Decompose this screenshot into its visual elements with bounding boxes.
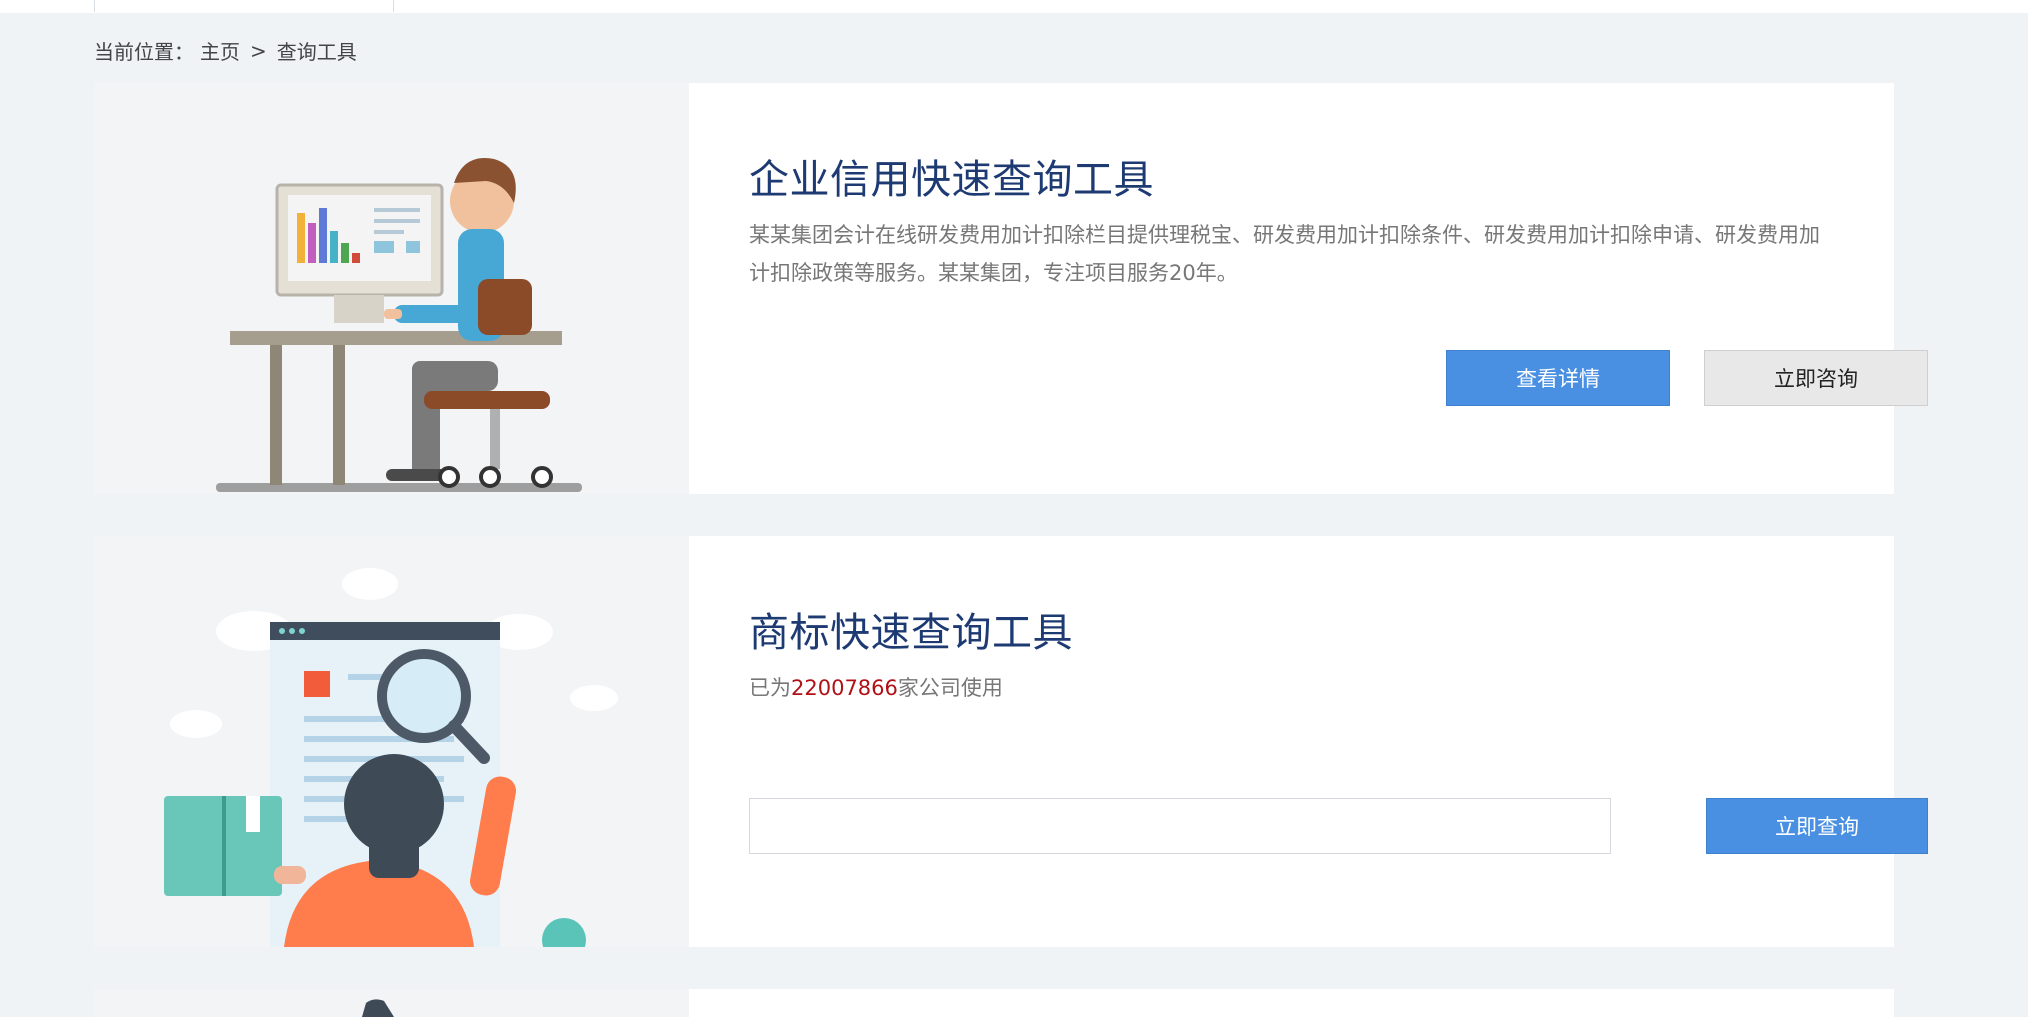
consult-now-button[interactable]: 立即咨询 [1704, 350, 1928, 406]
trademark-search-input[interactable] [749, 798, 1611, 854]
breadcrumb-home-link[interactable]: 主页 [200, 36, 240, 65]
usage-count-text: 已为22007866家公司使用 [749, 669, 1839, 707]
next-tool-illustration [94, 989, 689, 1017]
trademark-search-illustration [94, 536, 689, 947]
usage-suffix: 家公司使用 [897, 676, 1003, 700]
enterprise-credit-card: 企业信用快速查询工具 某某集团会计在线研发费用加计扣除栏目提供理税宝、研发费用加… [94, 83, 1928, 494]
card-title: 商标快速查询工具 [749, 610, 1073, 656]
breadcrumb-separator: > [250, 38, 267, 63]
breadcrumb-current: 查询工具 [276, 40, 357, 64]
breadcrumb-label: 当前位置： [94, 40, 194, 64]
usage-prefix: 已为 [749, 676, 791, 700]
card-body: 企业信用快速查询工具 某某集团会计在线研发费用加计扣除栏目提供理税宝、研发费用加… [689, 83, 1928, 494]
view-details-button[interactable]: 查看详情 [1446, 350, 1670, 406]
card-body: 商标快速查询工具 已为22007866家公司使用 立即查询 [689, 536, 1928, 947]
top-navigation-bar [0, 0, 2028, 13]
card-title: 企业信用快速查询工具 [749, 157, 1154, 203]
usage-count: 22007866 [791, 676, 898, 700]
query-now-button[interactable]: 立即查询 [1706, 798, 1928, 854]
next-tool-card [94, 989, 1894, 1017]
nav-tab[interactable] [94, 0, 394, 12]
trademark-query-card: 商标快速查询工具 已为22007866家公司使用 立即查询 [94, 536, 1928, 947]
office-worker-illustration [94, 83, 689, 494]
card-description: 某某集团会计在线研发费用加计扣除栏目提供理税宝、研发费用加计扣除条件、研发费用加… [749, 223, 1820, 285]
breadcrumb: 当前位置： 主页 > 查询工具 [94, 36, 357, 65]
